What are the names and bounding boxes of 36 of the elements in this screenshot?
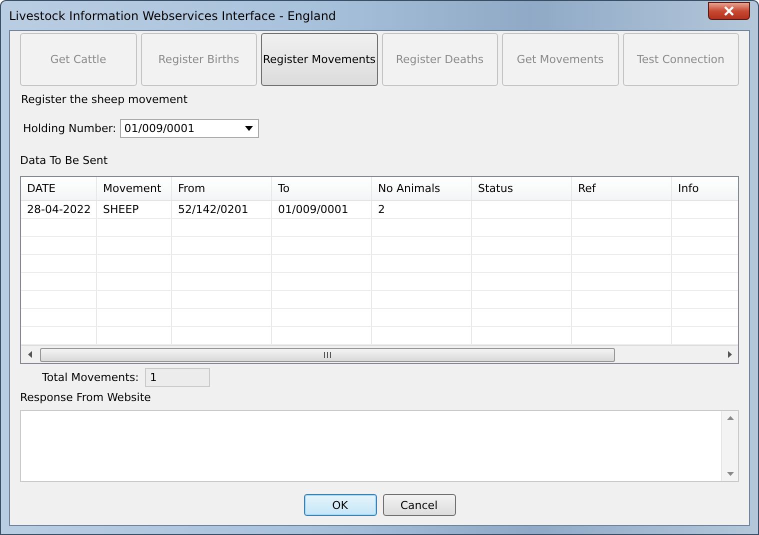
table-cell: 28-04-2022: [21, 201, 97, 218]
scroll-down-icon[interactable]: [726, 472, 734, 476]
dialog-button[interactable]: Cancel: [382, 494, 456, 516]
column-header: Status: [472, 177, 572, 200]
close-button[interactable]: [708, 2, 750, 20]
grip-icon: [324, 352, 331, 358]
holding-number-dropdown[interactable]: 01/009/0001: [120, 119, 260, 138]
column-header: From: [172, 177, 272, 200]
tab-button[interactable]: Register Movements: [261, 33, 378, 86]
response-text-area[interactable]: [20, 410, 739, 482]
scroll-thumb[interactable]: [40, 348, 615, 362]
table-cell: 01/009/0001: [272, 201, 372, 218]
column-header: DATE: [21, 177, 97, 200]
vertical-scrollbar[interactable]: [721, 411, 738, 481]
column-header: To: [272, 177, 372, 200]
section-heading: Register the sheep movement: [21, 93, 189, 106]
section-label: Data To Be Sent: [20, 154, 109, 167]
scroll-up-icon[interactable]: [726, 416, 734, 420]
table-cell: 52/142/0201: [172, 201, 272, 218]
close-icon: [723, 6, 735, 16]
field-label: Holding Number:: [23, 122, 116, 135]
section-label: Response From Website: [20, 391, 152, 404]
column-header: Ref: [572, 177, 672, 200]
total-movements-field[interactable]: 1: [144, 368, 210, 387]
column-header: No Animals: [372, 177, 472, 200]
dialog-button[interactable]: OK: [304, 494, 376, 516]
horizontal-scrollbar[interactable]: [21, 345, 738, 363]
scroll-left-icon[interactable]: [28, 351, 32, 358]
dropdown-arrow-icon: [245, 126, 254, 131]
window-title: Livestock Information Webservices Interface - England: [9, 8, 336, 22]
column-header: Info: [672, 177, 738, 200]
field-label: Total Movements:: [42, 371, 139, 384]
table-cell: SHEEP: [97, 201, 172, 218]
scroll-right-icon[interactable]: [728, 351, 732, 358]
column-header: Movement: [97, 177, 172, 200]
table-cell: 2: [372, 201, 472, 218]
